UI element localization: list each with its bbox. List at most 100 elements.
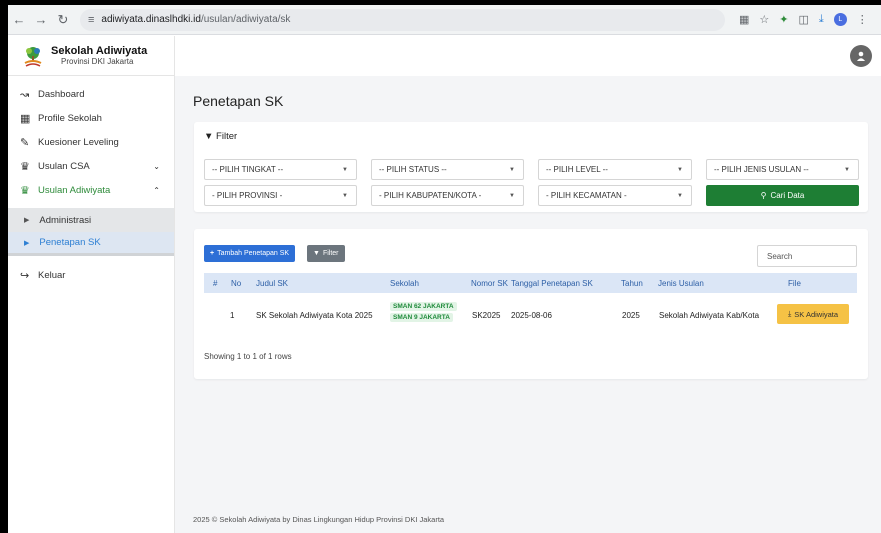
filter-icon: ▼: [204, 131, 214, 142]
table-card: + Tambah Penetapan SK ▼ Filter Search # …: [194, 229, 868, 379]
window-frame-left: [0, 0, 8, 533]
extension-dot-icon[interactable]: ✦: [779, 13, 788, 26]
filter-card: ▼ Filter -- PILIH TINGKAT -- ▼ -- PILIH …: [194, 122, 868, 212]
select-tingkat-value: -- PILIH TINGKAT --: [212, 165, 284, 174]
column-header-sekolah: Sekolah: [390, 279, 419, 288]
column-header-jenis-usulan: Jenis Usulan: [658, 279, 704, 288]
sk-adiwiyata-download-button[interactable]: ⤓ SK Adiwiyata: [777, 304, 849, 324]
adiwiyata-logo-icon: [22, 45, 44, 67]
page-title: Penetapan SK: [193, 93, 284, 109]
dropdown-arrow-icon: ▼: [342, 166, 348, 173]
caret-right-icon: ▶: [24, 239, 30, 247]
select-kabupaten-kota-value: - PILIH KABUPATEN/KOTA -: [379, 191, 482, 200]
translate-icon[interactable]: ▦: [739, 13, 749, 26]
tambah-penetapan-sk-button[interactable]: + Tambah Penetapan SK: [204, 245, 296, 262]
sidebar-item-kuesioner-leveling[interactable]: ✎ Kuesioner Leveling: [8, 130, 174, 154]
select-level[interactable]: -- PILIH LEVEL -- ▼: [538, 159, 692, 180]
column-header-tahun: Tahun: [621, 279, 643, 288]
address-bar[interactable]: ≡ adiwiyata.dinaslhdki.id/usulan/adiwiya…: [80, 8, 725, 31]
chevron-down-icon: ⌄: [153, 161, 160, 171]
app-container: Sekolah Adiwiyata Provinsi DKI Jakarta ↝…: [8, 36, 881, 533]
select-kecamatan-value: - PILIH KECAMATAN -: [546, 191, 627, 200]
download-icon[interactable]: ⤓: [819, 13, 824, 26]
select-status-value: -- PILIH STATUS --: [379, 165, 447, 174]
select-kabupaten-kota[interactable]: - PILIH KABUPATEN/KOTA - ▼: [371, 185, 524, 206]
table-filter-button[interactable]: ▼ Filter: [307, 245, 345, 262]
select-jenis-usulan-value: -- PILIH JENIS USULAN --: [714, 165, 809, 174]
filter-header-label: Filter: [216, 131, 238, 142]
dropdown-arrow-icon: ▼: [509, 166, 515, 173]
extensions-puzzle-icon[interactable]: ◫: [799, 13, 809, 26]
edit-icon: ✎: [20, 136, 30, 149]
caret-right-icon: ▶: [24, 217, 30, 224]
download-icon: ⤓: [787, 309, 792, 318]
dropdown-arrow-icon: ▼: [677, 166, 683, 173]
filter-icon: ▼: [313, 250, 320, 257]
submenu-usulan-adiwiyata: ▶ Administrasi ▶ Penetapan SK: [8, 208, 174, 256]
dropdown-arrow-icon: ▼: [844, 166, 850, 173]
trophy-icon: ♛: [20, 160, 30, 173]
column-header-no: No: [231, 279, 242, 288]
user-avatar[interactable]: [850, 45, 872, 67]
dropdown-arrow-icon: ▼: [677, 192, 683, 199]
reload-icon[interactable]: ↻: [52, 9, 74, 31]
cell-judul-sk: SK Sekolah Adiwiyata Kota 2025: [256, 311, 373, 320]
column-header-tanggal: Tanggal Penetapan SK: [511, 279, 593, 288]
sign-out-icon: ↪: [20, 269, 30, 282]
select-provinsi[interactable]: - PILIH PROVINSI - ▼: [204, 185, 357, 206]
sidebar-subitem-administrasi[interactable]: ▶ Administrasi: [8, 208, 174, 232]
user-icon: [857, 51, 865, 61]
cell-tanggal: 2025-08-06: [511, 311, 552, 320]
profile-avatar[interactable]: L: [833, 13, 847, 26]
back-icon[interactable]: ←: [8, 9, 30, 31]
cari-data-button[interactable]: ⚲ Cari Data: [706, 185, 859, 206]
school-badge: SMAN 9 JAKARTA: [390, 313, 453, 322]
brand[interactable]: Sekolah Adiwiyata Provinsi DKI Jakarta: [8, 36, 174, 76]
select-level-value: -- PILIH LEVEL --: [546, 165, 608, 174]
cell-no: 1: [230, 311, 235, 320]
tambah-label: Tambah Penetapan SK: [217, 250, 290, 257]
dropdown-arrow-icon: ▼: [509, 192, 515, 199]
file-button-label: SK Adiwiyata: [794, 309, 839, 319]
sidebar-item-keluar[interactable]: ↪ Keluar: [8, 263, 174, 287]
select-status[interactable]: -- PILIH STATUS -- ▼: [371, 159, 524, 180]
column-header-hash: #: [213, 279, 218, 288]
site-settings-icon[interactable]: ≡: [88, 14, 94, 26]
sidebar-menu: ↝ Dashboard ▦ Profile Sekolah ✎ Kuesione…: [8, 76, 174, 287]
browser-menu-icon[interactable]: ⋮: [857, 13, 868, 26]
building-icon: ▦: [20, 112, 31, 125]
sidebar-item-usulan-adiwiyata[interactable]: ♛ Usulan Adiwiyata ⌃: [8, 178, 174, 202]
sidebar-item-label: Usulan Adiwiyata: [38, 184, 111, 196]
sidebar-item-label: Keluar: [38, 269, 66, 281]
forward-icon[interactable]: →: [30, 9, 52, 31]
bookmark-star-icon[interactable]: ☆: [759, 13, 769, 26]
column-header-judul-sk: Judul SK: [256, 279, 289, 288]
cell-nomor-sk: SK2025: [472, 311, 501, 320]
main-content: Penetapan SK ▼ Filter -- PILIH TINGKAT -…: [175, 36, 881, 533]
sidebar-item-profile-sekolah[interactable]: ▦ Profile Sekolah: [8, 106, 174, 130]
select-kecamatan[interactable]: - PILIH KECAMATAN - ▼: [538, 185, 692, 206]
footer-text: 2025 © Sekolah Adiwiyata by Dinas Lingku…: [193, 515, 445, 524]
chart-line-icon: ↝: [20, 88, 30, 101]
browser-toolbar: ← → ↻ ≡ adiwiyata.dinaslhdki.id/usulan/a…: [8, 5, 881, 35]
dropdown-arrow-icon: ▼: [342, 192, 348, 199]
select-jenis-usulan[interactable]: -- PILIH JENIS USULAN -- ▼: [706, 159, 859, 180]
table-header: # No Judul SK Sekolah Nomor SK Tanggal P…: [204, 273, 857, 293]
cell-tahun: 2025: [622, 311, 640, 320]
plus-icon: +: [210, 250, 215, 257]
sidebar-item-label: Profile Sekolah: [38, 112, 102, 124]
pagination-info: Showing 1 to 1 of 1 rows: [204, 352, 292, 361]
sidebar-item-usulan-csa[interactable]: ♛ Usulan CSA ⌄: [8, 154, 174, 178]
sidebar-item-dashboard[interactable]: ↝ Dashboard: [8, 82, 174, 106]
trophy-icon: ♛: [20, 184, 30, 197]
sidebar-subitem-penetapan-sk[interactable]: ▶ Penetapan SK: [8, 232, 174, 256]
search-icon: ⚲: [760, 191, 767, 200]
url-host: adiwiyata.dinaslhdki.id: [101, 14, 201, 25]
table-search-input[interactable]: Search: [757, 245, 857, 267]
filter-label: Filter: [322, 250, 339, 257]
sidebar-item-label: Dashboard: [38, 88, 85, 100]
brand-subtitle: Provinsi DKI Jakarta: [61, 56, 134, 66]
sidebar-item-label: Kuesioner Leveling: [38, 136, 119, 148]
column-header-file: File: [788, 279, 801, 288]
select-tingkat[interactable]: -- PILIH TINGKAT -- ▼: [204, 159, 357, 180]
